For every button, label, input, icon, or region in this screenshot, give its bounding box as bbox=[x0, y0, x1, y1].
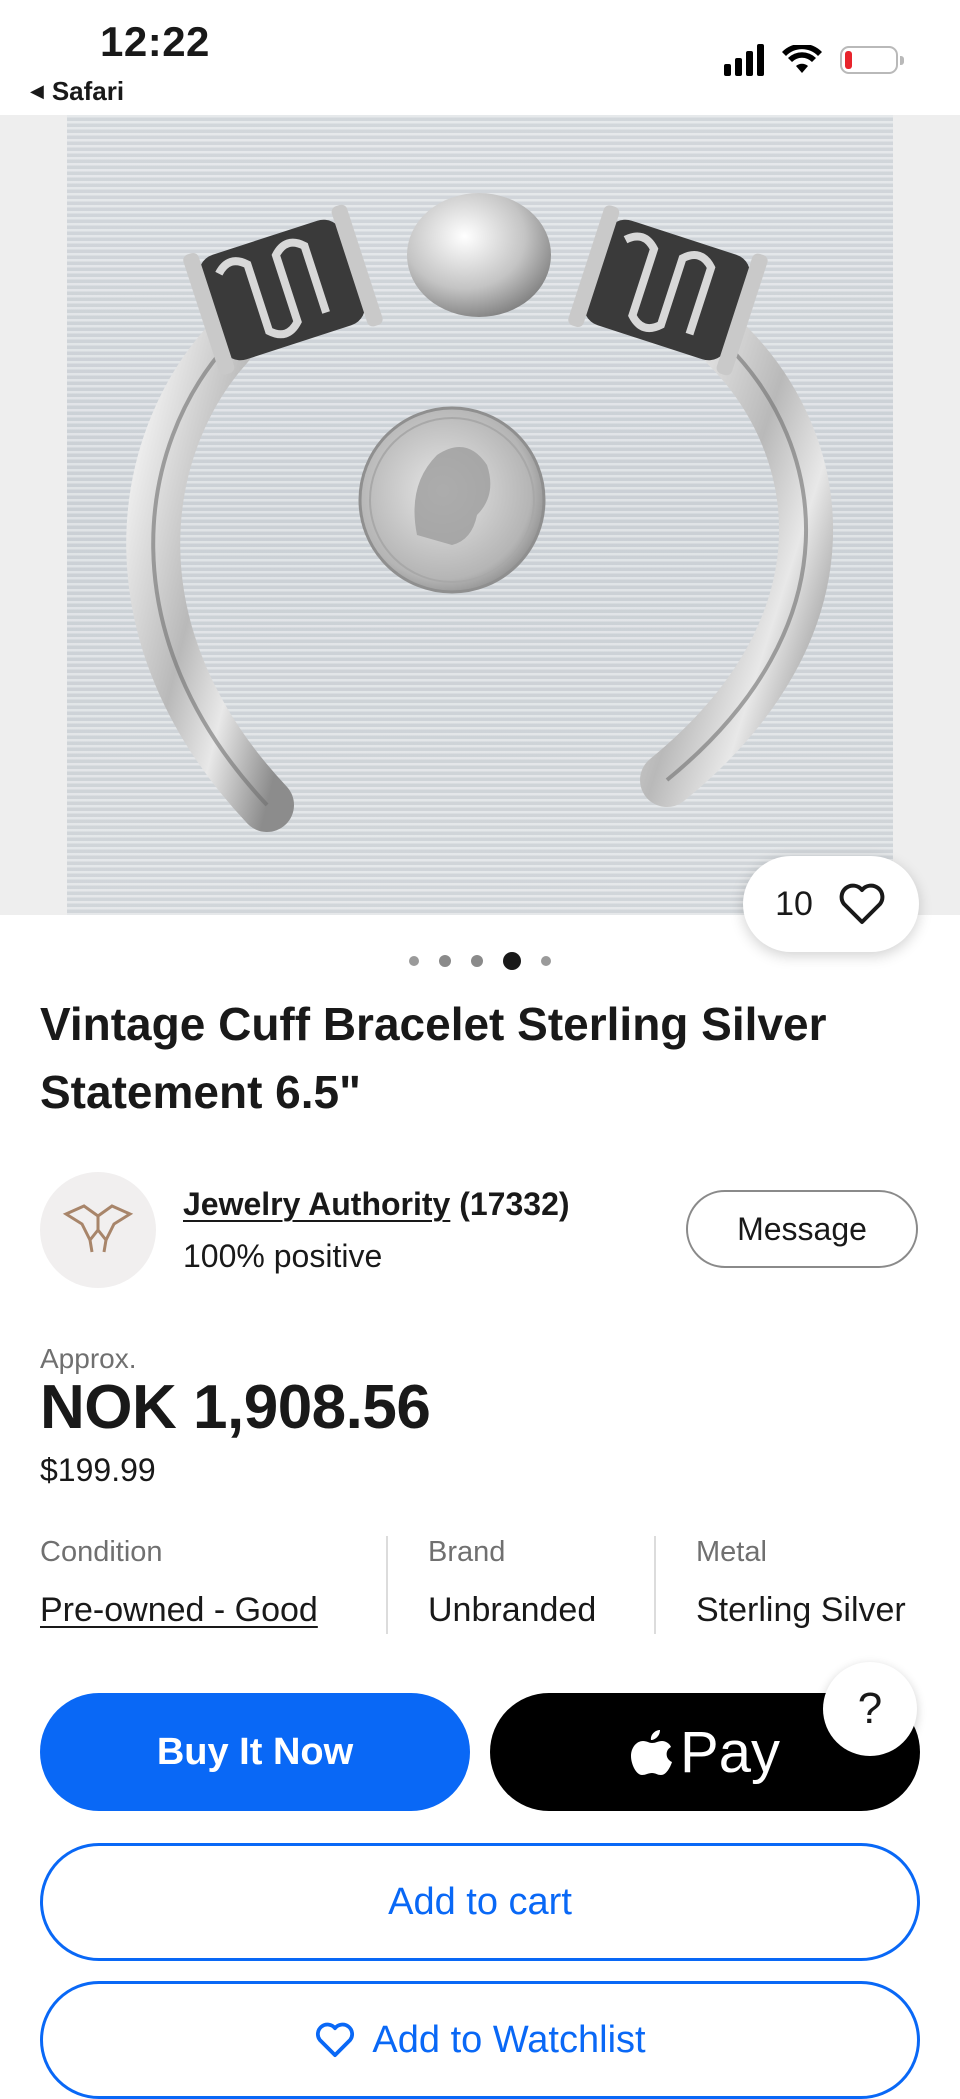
spec-value: Unbranded bbox=[428, 1591, 597, 1629]
status-bar: 12:22 ◀ Safari bbox=[0, 0, 960, 115]
apple-pay-label: Pay bbox=[680, 1719, 780, 1785]
help-icon: ? bbox=[857, 1684, 883, 1733]
spec-condition: Condition Pre-owned - Good bbox=[40, 1536, 318, 1630]
pagination-dot[interactable] bbox=[439, 955, 451, 967]
message-seller-button[interactable]: Message bbox=[686, 1190, 918, 1268]
spec-divider bbox=[654, 1536, 656, 1634]
seller-logo-icon bbox=[62, 1204, 134, 1253]
battery-icon bbox=[840, 46, 904, 74]
spec-label: Condition bbox=[40, 1536, 163, 1568]
spec-label: Brand bbox=[428, 1536, 506, 1568]
original-price: $199.99 bbox=[40, 1452, 156, 1488]
heart-icon bbox=[839, 883, 885, 924]
pagination-dot[interactable] bbox=[409, 956, 419, 966]
buy-it-now-button[interactable]: Buy It Now bbox=[40, 1693, 470, 1811]
apple-logo-icon bbox=[631, 1730, 673, 1775]
add-to-cart-button[interactable]: Add to cart bbox=[40, 1843, 920, 1961]
add-to-watchlist-label: Add to Watchlist bbox=[372, 2018, 646, 2061]
seller-positive-feedback: 100% positive bbox=[183, 1238, 383, 1274]
gallery-pagination bbox=[0, 952, 960, 970]
condition-link[interactable]: Pre-owned - Good bbox=[40, 1591, 318, 1630]
pagination-dot[interactable] bbox=[471, 955, 483, 967]
bracelet-image bbox=[126, 193, 833, 832]
product-image-gallery[interactable] bbox=[0, 115, 960, 915]
seller-feedback-count: (17332) bbox=[459, 1186, 570, 1222]
spec-brand: Brand Unbranded bbox=[428, 1536, 596, 1630]
heart-icon bbox=[316, 2022, 355, 2058]
pagination-dot-active[interactable] bbox=[503, 952, 521, 970]
signal-icon bbox=[724, 44, 764, 76]
add-to-cart-label: Add to cart bbox=[388, 1880, 572, 1923]
back-app-label: Safari bbox=[51, 76, 125, 106]
wifi-icon bbox=[782, 45, 822, 73]
back-triangle-icon: ◀ bbox=[30, 81, 44, 101]
add-to-watchlist-button[interactable]: Add to Watchlist bbox=[40, 1981, 920, 2099]
seller-info: Jewelry Authority (17332) bbox=[183, 1186, 570, 1223]
product-photo bbox=[67, 115, 893, 915]
approx-label: Approx. bbox=[40, 1343, 137, 1374]
seller-avatar[interactable] bbox=[40, 1172, 156, 1288]
help-button[interactable]: ? bbox=[823, 1662, 917, 1756]
spec-label: Metal bbox=[696, 1536, 767, 1568]
seller-name-link[interactable]: Jewelry Authority bbox=[183, 1186, 450, 1222]
spec-divider bbox=[386, 1536, 388, 1634]
pagination-dot[interactable] bbox=[541, 956, 551, 966]
back-to-app-link[interactable]: ◀ Safari bbox=[30, 76, 124, 107]
watch-count: 10 bbox=[775, 884, 813, 923]
status-time: 12:22 bbox=[100, 18, 210, 65]
status-icons bbox=[724, 44, 904, 76]
spec-value: Sterling Silver bbox=[696, 1591, 906, 1629]
spec-metal: Metal Sterling Silver bbox=[696, 1536, 906, 1630]
converted-price: NOK 1,908.56 bbox=[40, 1373, 431, 1442]
watch-count-button[interactable]: 10 bbox=[743, 856, 919, 952]
product-title: Vintage Cuff Bracelet Sterling Silver St… bbox=[40, 998, 827, 1118]
